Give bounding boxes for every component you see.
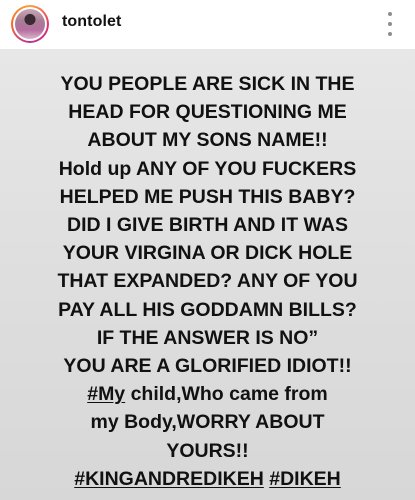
more-options-button[interactable] — [383, 12, 397, 36]
post-text-fragment: child,Who came from — [125, 383, 328, 406]
post-text-block: YOU PEOPLE ARE SICK IN THE HEAD FOR QUES… — [0, 70, 415, 493]
post-text-line: HEAD FOR QUESTIONING ME — [68, 101, 347, 124]
post-text-line: HELPED ME PUSH THIS BABY? — [59, 185, 356, 208]
avatar-photo — [15, 9, 45, 39]
avatar-inner-border — [13, 7, 47, 41]
post-text-line: #KINGANDREDIKEH #DIKEH — [0, 465, 415, 493]
more-options-dot — [388, 32, 392, 36]
post-header: tontolet — [0, 0, 415, 49]
post-text-line: PAY ALL HIS GODDAMN BILLS? — [58, 298, 357, 321]
post-text-line: #My child,Who came from — [0, 380, 415, 408]
more-options-vertical-icon — [388, 12, 392, 16]
post-text-line: DID I GIVE BIRTH AND IT WAS — [67, 214, 348, 237]
post-text-line: Hold up ANY OF YOU FUCKERS — [58, 157, 357, 180]
post-text-line: YOURS!! — [166, 439, 249, 462]
post-text-line: ABOUT MY SONS NAME!! — [87, 129, 328, 152]
post-image[interactable]: YOU PEOPLE ARE SICK IN THE HEAD FOR QUES… — [0, 49, 415, 500]
profile-avatar[interactable] — [11, 5, 49, 43]
hashtag-dikeh[interactable]: #DIKEH — [269, 468, 341, 490]
post-text-line: THAT EXPANDED? ANY OF YOU — [57, 270, 358, 293]
post-text-line: YOU PEOPLE ARE SICK IN THE — [60, 73, 355, 95]
more-options-dot — [388, 22, 392, 26]
post-text-line: IF THE ANSWER IS NO” — [96, 326, 319, 349]
post-text-line: YOU ARE A GLORIFIED IDIOT!! — [63, 355, 352, 378]
post-text-line: my Body,WORRY ABOUT — [90, 411, 325, 434]
post-text-line: YOUR VIRGINA OR DICK HOLE — [62, 242, 353, 265]
hashtag-my[interactable]: #My — [87, 383, 125, 405]
username-link[interactable]: tontolet — [62, 13, 121, 31]
hashtag-kingandredikeh[interactable]: #KINGANDREDIKEH — [74, 468, 264, 490]
